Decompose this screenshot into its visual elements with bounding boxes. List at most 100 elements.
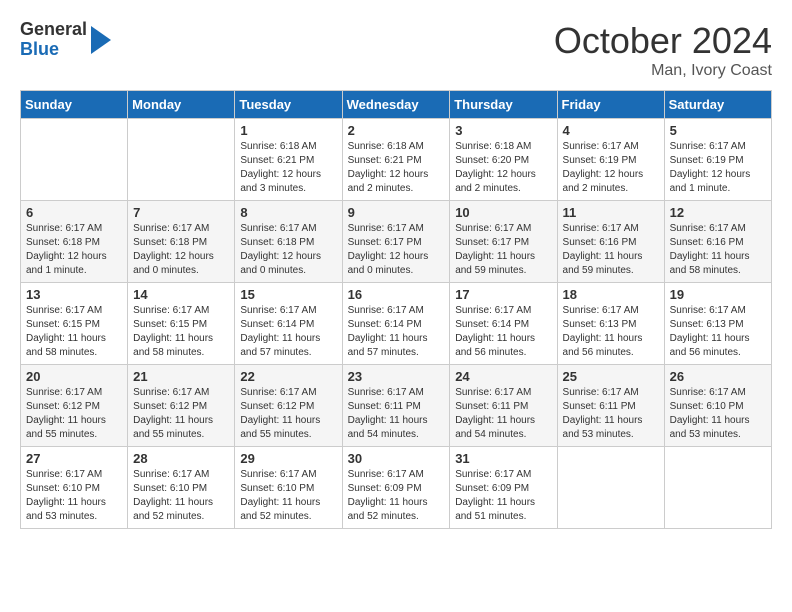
day-info: Sunrise: 6:17 AM Sunset: 6:11 PM Dayligh… [348,386,445,442]
day-info: Sunrise: 6:17 AM Sunset: 6:16 PM Dayligh… [670,222,766,278]
day-info: Sunrise: 6:17 AM Sunset: 6:12 PM Dayligh… [133,386,229,442]
calendar-cell: 11 Sunrise: 6:17 AM Sunset: 6:16 PM Dayli… [557,201,664,283]
logo-text: General Blue [20,20,87,60]
day-info: Sunrise: 6:17 AM Sunset: 6:15 PM Dayligh… [133,304,229,360]
day-number: 30 [348,451,445,466]
calendar-cell: 16 Sunrise: 6:17 AM Sunset: 6:14 PM Dayli… [342,283,450,365]
day-number: 11 [563,205,659,220]
day-info: Sunrise: 6:17 AM Sunset: 6:14 PM Dayligh… [240,304,336,360]
calendar-cell: 27 Sunrise: 6:17 AM Sunset: 6:10 PM Dayli… [21,447,128,529]
calendar-week-row: 6 Sunrise: 6:17 AM Sunset: 6:18 PM Daylig… [21,201,772,283]
day-info: Sunrise: 6:17 AM Sunset: 6:18 PM Dayligh… [240,222,336,278]
day-number: 19 [670,287,766,302]
calendar-cell: 1 Sunrise: 6:18 AM Sunset: 6:21 PM Daylig… [235,119,342,201]
day-number: 21 [133,369,229,384]
calendar-cell: 10 Sunrise: 6:17 AM Sunset: 6:17 PM Dayli… [450,201,557,283]
day-number: 10 [455,205,551,220]
calendar-week-row: 27 Sunrise: 6:17 AM Sunset: 6:10 PM Dayli… [21,447,772,529]
day-number: 17 [455,287,551,302]
day-number: 24 [455,369,551,384]
calendar-cell: 29 Sunrise: 6:17 AM Sunset: 6:10 PM Dayli… [235,447,342,529]
calendar-cell: 9 Sunrise: 6:17 AM Sunset: 6:17 PM Daylig… [342,201,450,283]
header-day: Sunday [21,91,128,119]
day-number: 26 [670,369,766,384]
day-number: 13 [26,287,122,302]
calendar-table: SundayMondayTuesdayWednesdayThursdayFrid… [20,90,772,529]
day-info: Sunrise: 6:17 AM Sunset: 6:14 PM Dayligh… [455,304,551,360]
day-number: 20 [26,369,122,384]
day-number: 1 [240,123,336,138]
day-info: Sunrise: 6:18 AM Sunset: 6:21 PM Dayligh… [240,140,336,196]
day-info: Sunrise: 6:17 AM Sunset: 6:11 PM Dayligh… [455,386,551,442]
calendar-cell [21,119,128,201]
day-info: Sunrise: 6:17 AM Sunset: 6:19 PM Dayligh… [563,140,659,196]
logo: General Blue [20,20,111,60]
calendar-cell: 24 Sunrise: 6:17 AM Sunset: 6:11 PM Dayli… [450,365,557,447]
day-info: Sunrise: 6:17 AM Sunset: 6:17 PM Dayligh… [348,222,445,278]
day-number: 28 [133,451,229,466]
day-number: 4 [563,123,659,138]
header-day: Friday [557,91,664,119]
day-info: Sunrise: 6:17 AM Sunset: 6:09 PM Dayligh… [348,468,445,524]
page-header: General Blue October 2024 Man, Ivory Coa… [20,20,772,80]
calendar-cell [128,119,235,201]
header-day: Tuesday [235,91,342,119]
month-title: October 2024 [554,20,772,62]
calendar-week-row: 1 Sunrise: 6:18 AM Sunset: 6:21 PM Daylig… [21,119,772,201]
day-info: Sunrise: 6:17 AM Sunset: 6:17 PM Dayligh… [455,222,551,278]
calendar-cell: 22Sunrise: 6:17 AM Sunset: 6:12 PM Dayli… [235,365,342,447]
day-number: 16 [348,287,445,302]
calendar-cell: 19Sunrise: 6:17 AM Sunset: 6:13 PM Dayli… [664,283,771,365]
day-number: 18 [563,287,659,302]
day-info: Sunrise: 6:18 AM Sunset: 6:20 PM Dayligh… [455,140,551,196]
day-info: Sunrise: 6:17 AM Sunset: 6:18 PM Dayligh… [133,222,229,278]
calendar-cell [557,447,664,529]
day-info: Sunrise: 6:17 AM Sunset: 6:14 PM Dayligh… [348,304,445,360]
calendar-cell: 8 Sunrise: 6:17 AM Sunset: 6:18 PM Daylig… [235,201,342,283]
day-number: 12 [670,205,766,220]
day-info: Sunrise: 6:17 AM Sunset: 6:10 PM Dayligh… [240,468,336,524]
day-info: Sunrise: 6:17 AM Sunset: 6:15 PM Dayligh… [26,304,122,360]
calendar-cell: 14Sunrise: 6:17 AM Sunset: 6:15 PM Dayli… [128,283,235,365]
calendar-cell: 28 Sunrise: 6:17 AM Sunset: 6:10 PM Dayli… [128,447,235,529]
day-info: Sunrise: 6:17 AM Sunset: 6:10 PM Dayligh… [670,386,766,442]
location: Man, Ivory Coast [554,62,772,80]
calendar-cell: 5 Sunrise: 6:17 AM Sunset: 6:19 PM Daylig… [664,119,771,201]
day-number: 7 [133,205,229,220]
calendar-cell: 31 Sunrise: 6:17 AM Sunset: 6:09 PM Dayli… [450,447,557,529]
calendar-cell: 12 Sunrise: 6:17 AM Sunset: 6:16 PM Dayli… [664,201,771,283]
day-info: Sunrise: 6:17 AM Sunset: 6:16 PM Dayligh… [563,222,659,278]
day-info: Sunrise: 6:17 AM Sunset: 6:10 PM Dayligh… [26,468,122,524]
calendar-cell: 25Sunrise: 6:17 AM Sunset: 6:11 PM Dayli… [557,365,664,447]
day-info: Sunrise: 6:17 AM Sunset: 6:10 PM Dayligh… [133,468,229,524]
day-number: 6 [26,205,122,220]
calendar-cell: 26 Sunrise: 6:17 AM Sunset: 6:10 PM Dayli… [664,365,771,447]
day-number: 27 [26,451,122,466]
day-number: 8 [240,205,336,220]
calendar-cell: 21 Sunrise: 6:17 AM Sunset: 6:12 PM Dayli… [128,365,235,447]
day-number: 29 [240,451,336,466]
calendar-cell: 2Sunrise: 6:18 AM Sunset: 6:21 PM Daylig… [342,119,450,201]
calendar-cell: 4 Sunrise: 6:17 AM Sunset: 6:19 PM Daylig… [557,119,664,201]
day-info: Sunrise: 6:17 AM Sunset: 6:19 PM Dayligh… [670,140,766,196]
calendar-week-row: 13 Sunrise: 6:17 AM Sunset: 6:15 PM Dayli… [21,283,772,365]
calendar-cell: 3 Sunrise: 6:18 AM Sunset: 6:20 PM Daylig… [450,119,557,201]
day-info: Sunrise: 6:17 AM Sunset: 6:13 PM Dayligh… [563,304,659,360]
calendar-cell: 17 Sunrise: 6:17 AM Sunset: 6:14 PM Dayli… [450,283,557,365]
day-info: Sunrise: 6:17 AM Sunset: 6:12 PM Dayligh… [240,386,336,442]
calendar-cell: 15Sunrise: 6:17 AM Sunset: 6:14 PM Dayli… [235,283,342,365]
day-number: 9 [348,205,445,220]
header-day: Monday [128,91,235,119]
calendar-cell: 6Sunrise: 6:17 AM Sunset: 6:18 PM Daylig… [21,201,128,283]
logo-blue: Blue [20,40,87,60]
calendar-cell: 30 Sunrise: 6:17 AM Sunset: 6:09 PM Dayli… [342,447,450,529]
header-day: Saturday [664,91,771,119]
day-number: 5 [670,123,766,138]
day-number: 31 [455,451,551,466]
day-number: 3 [455,123,551,138]
header-day: Thursday [450,91,557,119]
day-info: Sunrise: 6:18 AM Sunset: 6:21 PM Dayligh… [348,140,445,196]
calendar-cell: 7 Sunrise: 6:17 AM Sunset: 6:18 PM Daylig… [128,201,235,283]
header-row: SundayMondayTuesdayWednesdayThursdayFrid… [21,91,772,119]
day-info: Sunrise: 6:17 AM Sunset: 6:09 PM Dayligh… [455,468,551,524]
